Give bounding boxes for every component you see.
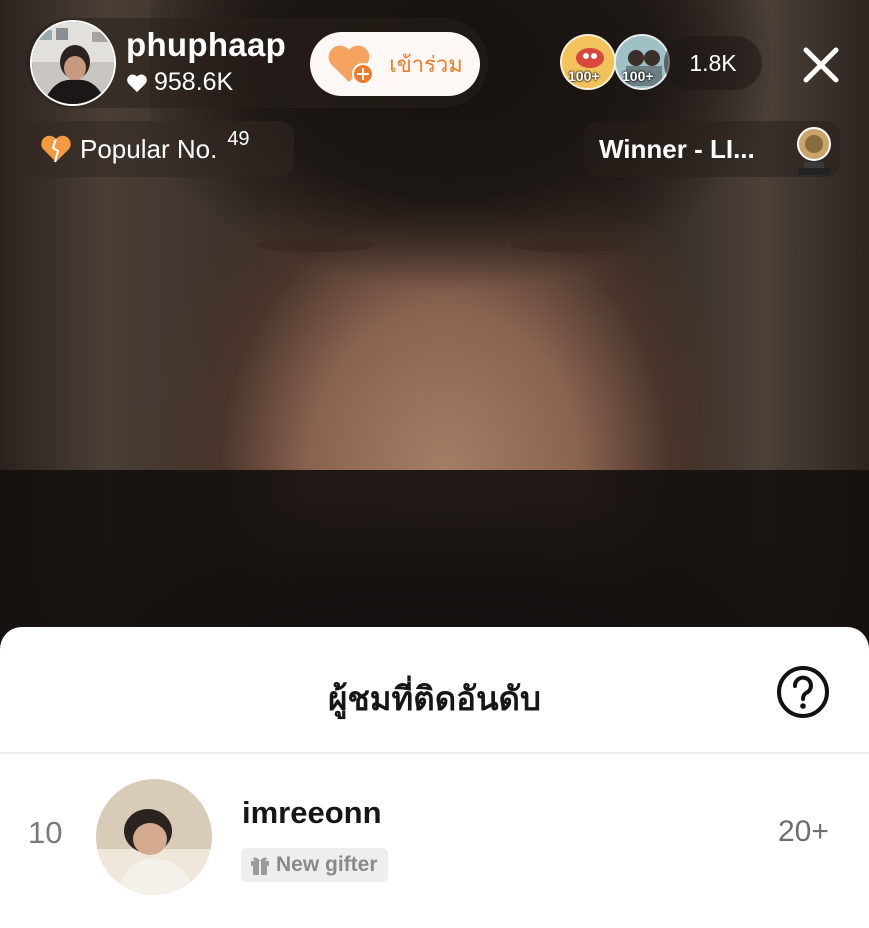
- host-username[interactable]: phuphaap: [126, 26, 286, 64]
- gift-icon: [251, 857, 269, 875]
- viewer-count[interactable]: 1.8K: [664, 36, 762, 90]
- viewer-username[interactable]: imreeonn: [242, 795, 382, 831]
- video-eye-left: [255, 238, 375, 252]
- top-viewers-sheet: ผู้ชมที่ติดอันดับ 10 imreeonn New gifter…: [0, 627, 869, 928]
- popular-rank: 49: [227, 127, 250, 150]
- popular-label: Popular No.: [80, 133, 218, 164]
- viewer-avatar[interactable]: [96, 779, 212, 895]
- winner-label: Winner - LI...: [599, 133, 755, 164]
- sheet-divider: [0, 752, 869, 754]
- follow-button-label: เข้าร่วม: [389, 52, 463, 78]
- sheet-title: ผู้ชมที่ติดอันดับ: [328, 679, 541, 718]
- heart-icon: [127, 74, 147, 92]
- list-item[interactable]: 10 imreeonn New gifter 20+: [0, 755, 869, 928]
- popular-rank-pill[interactable]: Popular No. 49: [28, 121, 294, 177]
- host-likes-count: 958.6K: [154, 68, 234, 96]
- viewer-badge: 100+: [622, 68, 654, 84]
- viewer-rank: 10: [28, 815, 63, 850]
- close-icon: [803, 47, 839, 83]
- follow-button[interactable]: เข้าร่วม: [310, 32, 480, 96]
- question-circle-icon: [777, 666, 829, 718]
- heart-plus-icon: [328, 45, 375, 85]
- trophy-icon: [792, 124, 836, 178]
- top-viewer-avatar[interactable]: 100+: [560, 34, 616, 90]
- top-viewer-avatar[interactable]: 100+: [614, 34, 670, 90]
- help-button[interactable]: [776, 665, 830, 719]
- video-eye-right: [510, 238, 630, 252]
- host-likes-row: 958.6K: [126, 68, 233, 97]
- close-button[interactable]: [796, 40, 846, 90]
- new-gifter-badge: New gifter: [241, 848, 388, 882]
- viewer-score: 20+: [778, 815, 829, 848]
- viewer-badge: 100+: [568, 68, 600, 84]
- orange-heart-icon: [41, 135, 71, 163]
- host-avatar[interactable]: [30, 20, 116, 106]
- badge-label: New gifter: [276, 853, 378, 876]
